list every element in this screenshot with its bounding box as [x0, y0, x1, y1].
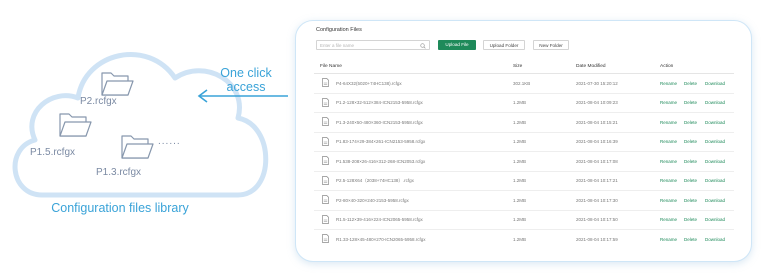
file-icon [322, 175, 329, 185]
file-size: 1.2MB [513, 178, 527, 183]
download-link[interactable]: Download [705, 100, 725, 105]
more-files-ellipsis: ...... [158, 136, 181, 147]
rename-link[interactable]: Rename [660, 159, 677, 164]
table-row[interactable]: P2-80×40-320×240-2153-5958.rcfgx 1.2MB 2… [314, 191, 734, 211]
download-link[interactable]: Download [705, 120, 725, 125]
file-icon [322, 136, 329, 146]
column-header-name[interactable]: File Name [320, 64, 342, 69]
one-click-access-label: One click access [220, 66, 272, 94]
file-icon [322, 195, 329, 204]
file-name[interactable]: P1.538-208×26-416×312-268-ICN2053.rcfgx [336, 159, 425, 164]
file-name[interactable]: P1.3-240×50-480×360-ICN2153-5958.rcfgx [336, 120, 423, 125]
file-date: 2021-07-30 15:20:12 [576, 80, 618, 86]
new-folder-button[interactable]: New Folder [533, 40, 569, 50]
file-size: 1.2MB [513, 217, 527, 222]
upload-folder-button[interactable]: Upload Folder [483, 40, 525, 50]
search-input[interactable]: Enter a file name [316, 40, 430, 50]
cloud-illustration [12, 52, 288, 198]
download-link[interactable]: Download [705, 217, 725, 222]
search-icon[interactable] [420, 42, 426, 49]
file-date: 2021-08-04 10:09:23 [576, 100, 618, 105]
table-row[interactable]: P1.2-128×32-512×384-ICN2153-5958.rcfgx 1… [314, 94, 734, 113]
file-date: 2021-08-04 10:17:08 [576, 158, 618, 164]
file-size: 1.2MB [513, 139, 527, 144]
file-size: 302.1KB [513, 80, 531, 86]
delete-link[interactable]: Delete [684, 100, 697, 105]
download-link[interactable]: Download [705, 198, 725, 203]
download-link[interactable]: Download [705, 139, 725, 144]
rename-link[interactable]: Rename [660, 237, 677, 242]
file-name[interactable]: P1.83-174×29-384×261-ICN2153-5958.rcfgx [336, 139, 425, 144]
file-size: 1.2MB [513, 197, 527, 203]
delete-link[interactable]: Delete [684, 159, 697, 164]
column-header-date[interactable]: Date Modified [576, 64, 606, 69]
file-name[interactable]: R1.5-112×39-416×224-ICN2065-5958.rcfgx [336, 217, 423, 222]
file-label-p2: P2.rcfgx [80, 96, 117, 107]
table-row[interactable]: R1.5-112×39-416×224-ICN2065-5958.rcfgx 1… [314, 211, 734, 230]
table-row[interactable]: P2.5-128X64（2038+74HC138）.rcfgx 1.2MB 20… [314, 172, 734, 191]
file-name[interactable]: P2.5-128X64（2038+74HC138）.rcfgx [336, 178, 414, 184]
delete-link[interactable]: Delete [684, 178, 697, 183]
file-label-p13: P1.3.rcfgx [96, 167, 142, 178]
file-size: 1.2MB [513, 100, 527, 105]
delete-link[interactable]: Delete [684, 198, 697, 203]
file-size: 1.2MB [513, 119, 527, 125]
file-icon [322, 117, 329, 126]
file-date: 2021-08-04 10:17:30 [576, 197, 618, 203]
file-name[interactable]: P1.2-128×32-512×384-ICN2153-5958.rcfgx [336, 100, 423, 105]
library-caption: Configuration files library [51, 201, 189, 215]
search-placeholder: Enter a file name [320, 42, 355, 48]
column-header-size[interactable]: Size [513, 64, 522, 69]
download-link[interactable]: Download [705, 159, 725, 164]
file-name[interactable]: P4-64X32(5020+74HC138).rcfgx [336, 81, 402, 86]
file-name[interactable]: P2-80×40-320×240-2153-5958.rcfgx [336, 198, 409, 203]
rename-link[interactable]: Rename [660, 100, 677, 105]
file-icon [322, 234, 329, 243]
delete-link[interactable]: Delete [684, 237, 697, 242]
table-row[interactable]: P4-64X32(5020+74HC138).rcfgx 302.1KB 202… [314, 74, 734, 94]
upload-file-button[interactable]: Upload File [438, 40, 476, 50]
rename-link[interactable]: Rename [660, 198, 677, 203]
table-row[interactable]: P1.538-208×26-416×312-268-ICN2053.rcfgx … [314, 152, 734, 172]
file-date: 2021-08-04 10:16:39 [576, 139, 618, 144]
file-icon [322, 78, 329, 87]
file-name[interactable]: R1.33-128×45-480×270-ICN2065-5958.rcfgx [336, 237, 426, 242]
rename-link[interactable]: Rename [660, 139, 677, 144]
table-row[interactable]: P1.3-240×50-480×360-ICN2153-5958.rcfgx 1… [314, 113, 734, 133]
download-link[interactable]: Download [705, 178, 725, 183]
rename-link[interactable]: Rename [660, 81, 677, 86]
file-label-p15: P1.5.rcfgx [30, 147, 76, 158]
panel-title: Configuration Files [316, 27, 362, 33]
file-icon [322, 214, 329, 224]
download-link[interactable]: Download [705, 237, 725, 242]
delete-link[interactable]: Delete [684, 81, 697, 86]
file-date: 2021-08-04 10:17:21 [576, 178, 618, 183]
column-header-action: Action [660, 64, 674, 69]
rename-link[interactable]: Rename [660, 217, 677, 222]
delete-link[interactable]: Delete [684, 217, 697, 222]
file-icon [322, 97, 329, 107]
file-date: 2021-08-04 10:17:59 [576, 236, 618, 242]
file-size: 1.2MB [513, 158, 527, 164]
configuration-files-panel: Configuration Files Enter a file name Up… [295, 20, 752, 262]
download-link[interactable]: Download [705, 81, 725, 86]
table-row[interactable]: R1.33-128×45-480×270-ICN2065-5958.rcfgx … [314, 230, 734, 250]
file-icon [322, 156, 329, 165]
rename-link[interactable]: Rename [660, 120, 677, 125]
file-size: 1.2MB [513, 236, 527, 242]
delete-link[interactable]: Delete [684, 120, 697, 125]
file-date: 2021-08-04 10:17:50 [576, 217, 618, 222]
rename-link[interactable]: Rename [660, 178, 677, 183]
file-date: 2021-08-04 10:15:21 [576, 119, 618, 125]
delete-link[interactable]: Delete [684, 139, 697, 144]
table-row[interactable]: P1.83-174×29-384×261-ICN2153-5958.rcfgx … [314, 133, 734, 152]
